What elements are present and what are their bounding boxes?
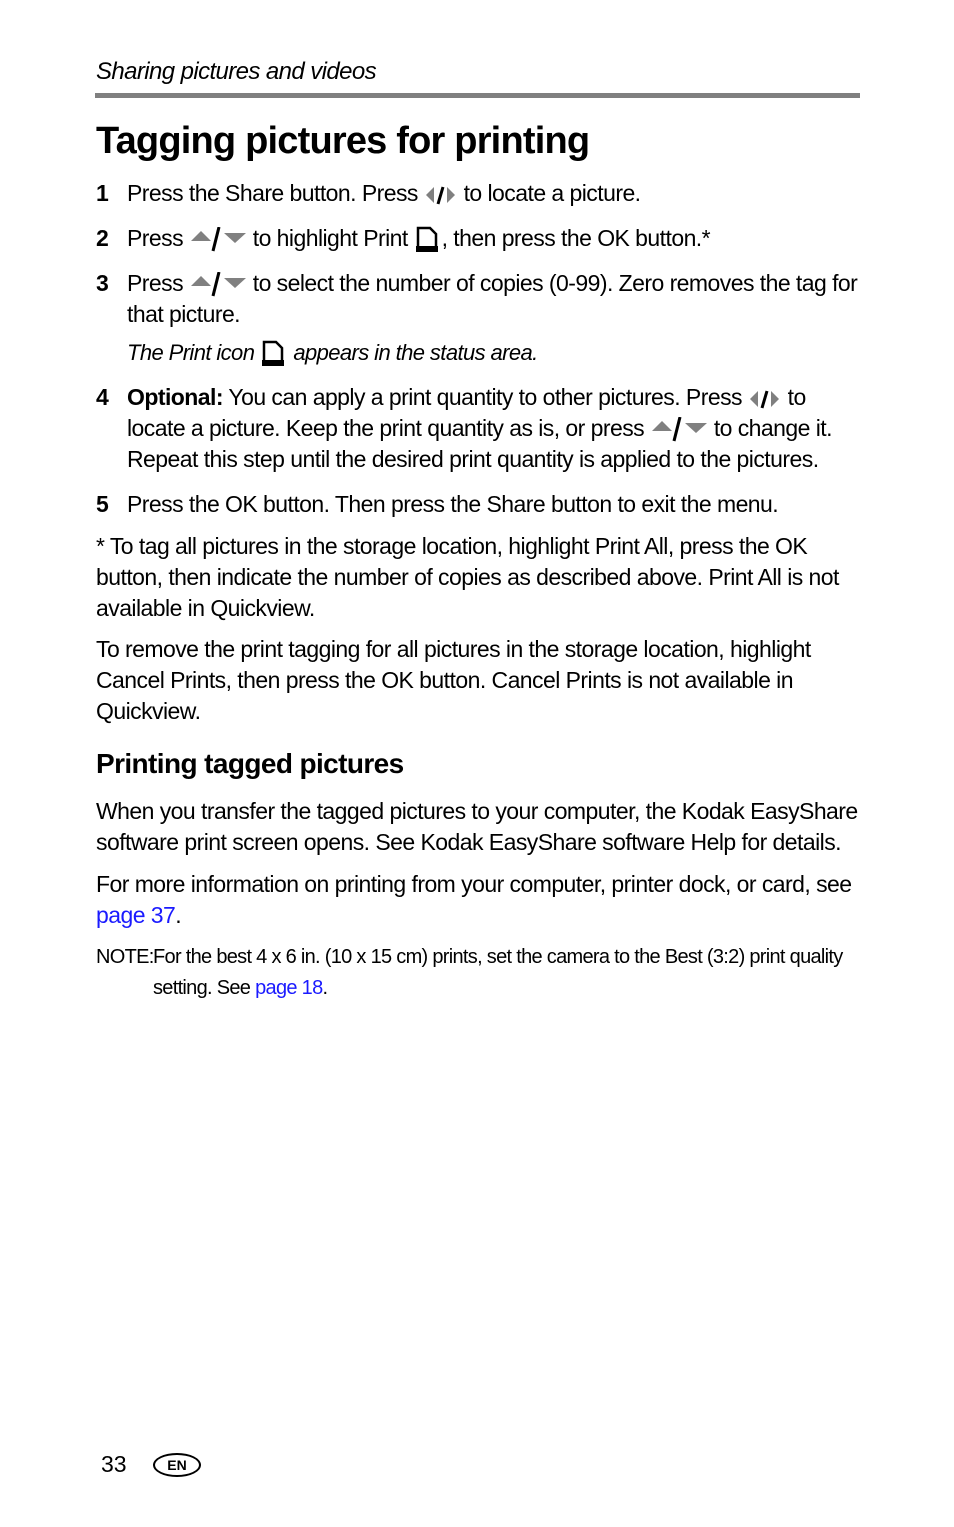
- up-down-arrows-icon: [189, 226, 247, 253]
- up-down-arrows-icon: [189, 271, 247, 298]
- print-icon-status-note: The Print icon appears in the status are…: [127, 340, 538, 368]
- step-text: You can apply a print quantity to other …: [228, 384, 742, 410]
- left-right-arrows-icon: [424, 185, 457, 206]
- print-icon: [414, 226, 439, 254]
- note: NOTE: For the best 4 x 6 in. (10 x 15 cm…: [96, 942, 860, 1004]
- step-text: , then press the OK button.*: [441, 225, 711, 251]
- running-head: Sharing pictures and videos: [96, 58, 377, 85]
- step-text: Press: [127, 225, 184, 251]
- note-label: NOTE:: [96, 946, 154, 968]
- step-text: Press: [127, 270, 184, 296]
- step-number: 2: [96, 225, 109, 251]
- paragraph-text: .: [175, 902, 182, 928]
- language-badge: EN: [153, 1453, 201, 1477]
- step-3: 3 Press to select the number of copies (…: [96, 268, 860, 330]
- step-text: to locate a picture.: [463, 180, 642, 206]
- step-text: Press the Share button. Press: [127, 180, 418, 206]
- step-5: 5 Press the OK button. Then press the Sh…: [96, 489, 860, 520]
- footnote: * To tag all pictures in the storage loc…: [96, 533, 839, 621]
- step-2: 2 Press to highlight Print , then press …: [96, 223, 860, 254]
- section-heading: Printing tagged pictures: [96, 748, 404, 779]
- note-text: .: [322, 977, 329, 999]
- paragraph-text: For more information on printing from yo…: [96, 871, 852, 897]
- page-37-link[interactable]: page 37: [96, 902, 176, 928]
- step-number: 1: [96, 180, 109, 206]
- print-icon: [260, 340, 286, 368]
- page-18-link[interactable]: page 18: [255, 977, 323, 999]
- note-text: appears in the status area.: [293, 340, 538, 365]
- optional-label: Optional:: [127, 384, 224, 410]
- left-right-arrows-icon: [748, 389, 781, 410]
- step-text: Press the OK button. Then press the Shar…: [127, 491, 779, 517]
- header-rule: [95, 93, 860, 98]
- note-text: The Print icon: [127, 340, 255, 365]
- step-4: 4 Optional: You can apply a print quanti…: [96, 382, 860, 475]
- page-title: Tagging pictures for printing: [96, 120, 590, 162]
- step-number: 3: [96, 270, 109, 296]
- step-number: 4: [96, 384, 109, 410]
- step-text: to highlight Print: [252, 225, 409, 251]
- step-1: 1 Press the Share button. Press to locat…: [96, 178, 860, 209]
- cancel-prints-paragraph: To remove the print tagging for all pict…: [96, 636, 811, 724]
- page-number: 33: [101, 1451, 127, 1477]
- section-paragraph-1: When you transfer the tagged pictures to…: [96, 798, 858, 855]
- up-down-arrows-icon: [650, 416, 708, 443]
- step-number: 5: [96, 491, 109, 517]
- section-paragraph-2: For more information on printing from yo…: [96, 869, 860, 931]
